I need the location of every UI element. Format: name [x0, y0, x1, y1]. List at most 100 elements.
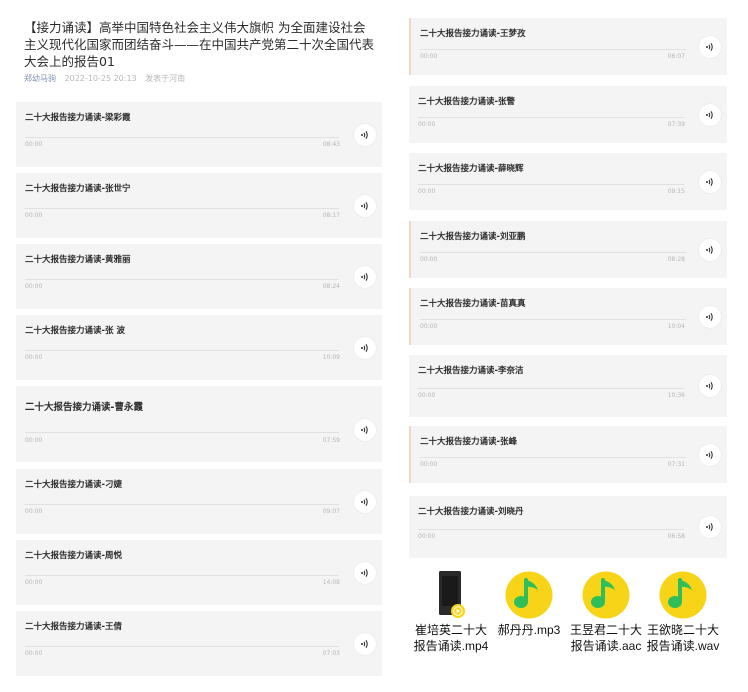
progress-track[interactable] — [420, 252, 686, 253]
audio-player-card[interactable]: 二十大报告接力诵读-李奈洁 00:00 10:36 — [409, 355, 727, 417]
progress-track[interactable] — [25, 575, 339, 576]
music-file-icon — [658, 570, 708, 620]
sound-wave-icon — [704, 311, 716, 323]
play-button[interactable] — [699, 36, 721, 58]
duration: 07:59 — [322, 437, 340, 444]
audio-player-card[interactable]: 二十大报告接力诵读-周悦 00:00 14:08 — [16, 540, 382, 605]
progress-track[interactable] — [25, 504, 339, 505]
audio-player-card[interactable]: 二十大报告接力诵读-张警 00:00 07:39 — [409, 86, 727, 143]
current-time: 00:00 — [418, 121, 436, 128]
play-button[interactable] — [699, 306, 721, 328]
article-title: 【接力诵读】高举中国特色社会主义伟大旗帜 为全面建设社会主义现代化国家而团结奋斗… — [24, 20, 375, 69]
duration: 06:58 — [667, 533, 685, 540]
play-button[interactable] — [354, 124, 376, 146]
audio-player-card[interactable]: 二十大报告接力诵读-王梦孜 00:00 06:07 — [409, 18, 727, 75]
audio-player-card[interactable]: 二十大报告接力诵读-薛晓辉 00:00 09:15 — [409, 153, 727, 210]
audio-player-card[interactable]: 二十大报告接力诵读-刘晓丹 00:00 06:58 — [409, 496, 727, 558]
audio-player-card[interactable]: 二十大报告接力诵读-梁彩霞 00:00 08:43 — [16, 102, 382, 167]
audio-title: 二十大报告接力诵读-刁婕 — [25, 480, 123, 490]
progress-track[interactable] — [25, 646, 339, 647]
play-button[interactable] — [354, 195, 376, 217]
play-button[interactable] — [699, 104, 721, 126]
audio-player-card[interactable]: 二十大报告接力诵读-苗真真 00:00 10:04 — [409, 288, 727, 345]
sound-wave-icon — [359, 638, 371, 650]
progress-track[interactable] — [420, 319, 686, 320]
audio-title: 二十大报告接力诵读-黄雅丽 — [25, 255, 131, 265]
duration: 08:28 — [667, 256, 685, 263]
audio-title: 二十大报告接力诵读-张峰 — [420, 437, 518, 447]
audio-title: 二十大报告接力诵读-张警 — [418, 97, 516, 107]
current-time: 00:00 — [25, 283, 43, 290]
author-link[interactable]: 郑幼马驹 — [24, 74, 56, 83]
duration: 10:04 — [667, 323, 685, 330]
progress-track[interactable] — [418, 184, 684, 185]
current-time: 00:00 — [418, 392, 436, 399]
progress-track[interactable] — [420, 457, 686, 458]
play-button[interactable] — [354, 633, 376, 655]
progress-track[interactable] — [420, 49, 686, 50]
sound-wave-icon — [704, 176, 716, 188]
progress-track[interactable] — [418, 117, 684, 118]
play-button[interactable] — [354, 562, 376, 584]
audio-title: 二十大报告接力诵读-王倩 — [25, 622, 123, 632]
file-attachment[interactable]: 郝丹丹.mp3 — [489, 570, 569, 638]
publish-date: 2022-10-25 20:13 — [64, 74, 137, 83]
play-button[interactable] — [354, 491, 376, 513]
audio-player-card[interactable]: 二十大报告接力诵读-王倩 00:00 07:03 — [16, 611, 382, 676]
duration: 14:08 — [322, 579, 340, 586]
audio-player-card[interactable]: 二十大报告接力诵读-刁婕 00:00 09:07 — [16, 469, 382, 534]
audio-title: 二十大报告接力诵读-李奈洁 — [418, 366, 524, 376]
progress-track[interactable] — [25, 350, 339, 351]
progress-track[interactable] — [418, 529, 684, 530]
audio-player-card[interactable]: 二十大报告接力诵读-张 波 00:00 10:09 — [16, 315, 382, 380]
sound-wave-icon — [704, 244, 716, 256]
current-time: 00:00 — [25, 508, 43, 515]
play-button[interactable] — [699, 444, 721, 466]
play-button[interactable] — [354, 266, 376, 288]
play-button[interactable] — [699, 171, 721, 193]
sound-wave-icon — [359, 342, 371, 354]
audio-title: 二十大报告接力诵读-张 波 — [25, 326, 125, 336]
audio-player-card[interactable]: 二十大报告接力诵读-张世宁 00:00 08:17 — [16, 173, 382, 238]
progress-track[interactable] — [25, 432, 339, 433]
audio-title: 二十大报告接力诵读-刘亚鹏 — [420, 232, 526, 242]
publish-location: 发表于河南 — [145, 74, 186, 83]
play-button[interactable] — [354, 419, 376, 441]
duration: 07:31 — [667, 461, 685, 468]
current-time: 00:00 — [25, 579, 43, 586]
sound-wave-icon — [359, 496, 371, 508]
progress-track[interactable] — [25, 279, 339, 280]
audio-player-card[interactable]: 二十大报告接力诵读-曹永霞 00:00 07:59 — [16, 386, 382, 462]
audio-title: 二十大报告接力诵读-王梦孜 — [420, 29, 526, 39]
current-time: 00:00 — [418, 533, 436, 540]
duration: 07:39 — [667, 121, 685, 128]
file-attachment[interactable]: 崔培英二十大报告诵读.mp4 — [411, 570, 491, 654]
duration: 08:17 — [322, 212, 340, 219]
play-button[interactable] — [699, 239, 721, 261]
music-file-icon — [581, 570, 631, 620]
file-attachment[interactable]: 王欲晓二十大报告诵读.wav — [643, 570, 723, 654]
duration: 10:36 — [667, 392, 685, 399]
sound-wave-icon — [704, 41, 716, 53]
current-time: 00:00 — [420, 256, 438, 263]
file-name: 崔培英二十大报告诵读.mp4 — [413, 623, 489, 653]
file-name: 王欲晓二十大报告诵读.wav — [646, 623, 720, 653]
file-attachment[interactable]: 王昱君二十大报告诵读.aac — [566, 570, 646, 654]
play-button[interactable] — [354, 337, 376, 359]
current-time: 00:00 — [25, 650, 43, 657]
sound-wave-icon — [359, 567, 371, 579]
audio-player-card[interactable]: 二十大报告接力诵读-黄雅丽 00:00 08:24 — [16, 244, 382, 309]
sound-wave-icon — [359, 129, 371, 141]
audio-title: 二十大报告接力诵读-苗真真 — [420, 299, 526, 309]
duration: 08:24 — [322, 283, 340, 290]
current-time: 00:00 — [420, 53, 438, 60]
progress-track[interactable] — [418, 388, 684, 389]
audio-player-card[interactable]: 二十大报告接力诵读-刘亚鹏 00:00 08:28 — [409, 221, 727, 278]
current-time: 00:00 — [25, 354, 43, 361]
progress-track[interactable] — [25, 137, 339, 138]
play-button[interactable] — [699, 516, 721, 538]
play-button[interactable] — [699, 375, 721, 397]
current-time: 00:00 — [420, 323, 438, 330]
audio-player-card[interactable]: 二十大报告接力诵读-张峰 00:00 07:31 — [409, 426, 727, 483]
progress-track[interactable] — [25, 208, 339, 209]
